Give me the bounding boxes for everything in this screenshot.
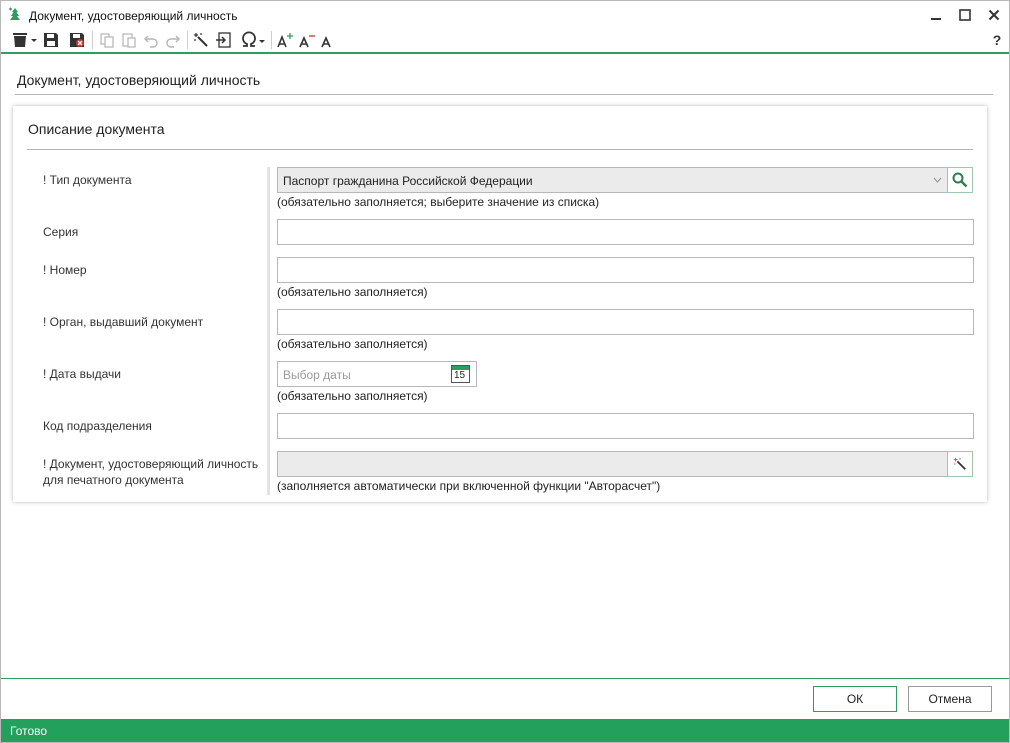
cancel-button[interactable]: Отмена (908, 686, 992, 712)
calendar-day: 15 (454, 370, 466, 381)
print-doc-autocalc-button[interactable] (947, 451, 973, 477)
doc-type-select[interactable]: Паспорт гражданина Российской Федерации (277, 167, 949, 193)
toolbar-separator (271, 31, 272, 49)
page-title-divider (15, 94, 993, 95)
print-doc-label-line2: для печатного документа (43, 473, 184, 487)
chevron-down-icon (933, 177, 942, 183)
redo-button[interactable] (163, 30, 183, 50)
import-button[interactable] (213, 30, 233, 50)
series-label: Серия (43, 225, 79, 239)
issuer-hint: (обязательно заполняется) (277, 337, 428, 351)
print-doc-hint: (заполняется автоматически при включенно… (277, 479, 661, 493)
window-title: Документ, удостоверяющий личность (29, 9, 238, 23)
print-doc-label-line1: ! Документ, удостоверяющий личность (43, 457, 259, 471)
number-hint: (обязательно заполняется) (277, 285, 428, 299)
save-icon (44, 33, 58, 47)
section-divider (27, 149, 973, 150)
division-code-input[interactable] (277, 413, 974, 439)
print-doc-input (277, 451, 949, 477)
toolbar-accent-line (1, 52, 1009, 54)
issue-date-label: ! Дата выдачи (43, 367, 121, 381)
paste-button[interactable] (119, 30, 139, 50)
toolbar: ? (1, 28, 1009, 52)
minimize-icon (931, 18, 941, 20)
label-column-divider (267, 167, 270, 495)
help-icon: ? (992, 32, 1002, 48)
number-label: ! Номер (43, 263, 87, 277)
issue-date-hint: (обязательно заполняется) (277, 389, 428, 403)
font-decrease-button[interactable] (297, 30, 317, 50)
doc-type-hint: (обязательно заполняется; выберите значе… (277, 195, 600, 209)
font-normal-icon (321, 36, 331, 48)
close-icon (988, 9, 1000, 21)
section-title: Описание документа (28, 121, 165, 137)
undo-icon (144, 35, 158, 48)
toolbar-separator (187, 31, 188, 49)
ok-button[interactable]: ОК (813, 686, 897, 712)
maximize-button[interactable] (952, 5, 978, 25)
undo-button[interactable] (141, 30, 161, 50)
dialog-window: Документ, удостоверяющий личность ? Доку… (0, 0, 1010, 743)
issuer-label: ! Орган, выдавший документ (43, 315, 204, 329)
doc-type-search-button[interactable] (947, 167, 973, 193)
symbol-button[interactable] (239, 30, 267, 50)
omega-icon (242, 31, 265, 47)
close-button[interactable] (981, 5, 1007, 25)
issue-date-placeholder: Выбор даты (283, 368, 351, 382)
title-bar: Документ, удостоверяющий личность (1, 1, 1009, 29)
redo-icon (166, 35, 180, 48)
font-increase-icon (277, 33, 293, 48)
autocalc-button[interactable] (191, 30, 211, 50)
copy-icon (100, 33, 114, 48)
doc-type-value: Паспорт гражданина Российской Федерации (283, 174, 533, 188)
division-code-label: Код подразделения (43, 419, 152, 433)
paste-icon (122, 33, 136, 48)
status-text: Готово (10, 724, 48, 738)
font-increase-button[interactable] (275, 30, 295, 50)
issue-date-picker[interactable]: Выбор даты 15 (277, 361, 477, 387)
maximize-icon (959, 9, 971, 21)
footer-divider (1, 678, 1009, 679)
magic-wand-icon (194, 33, 208, 47)
import-icon (216, 32, 231, 48)
font-decrease-icon (299, 35, 315, 48)
toolbar-separator (92, 31, 93, 49)
doc-type-label: ! Тип документа (43, 173, 132, 187)
search-icon (952, 172, 968, 188)
print-doc-label: ! Документ, удостоверяющий личность для … (43, 456, 258, 488)
document-description-card: Описание документа ! Тип документа Паспо… (13, 106, 987, 502)
delete-button[interactable] (9, 30, 39, 50)
save-button[interactable] (41, 30, 61, 50)
number-input[interactable] (277, 257, 974, 283)
series-input[interactable] (277, 219, 974, 245)
calendar-icon[interactable]: 15 (451, 365, 470, 383)
issuer-input[interactable] (277, 309, 974, 335)
save-close-icon (70, 33, 84, 47)
app-icon (9, 7, 20, 20)
save-close-button[interactable] (67, 30, 87, 50)
font-normal-button[interactable] (319, 30, 335, 50)
status-bar: Готово (1, 719, 1009, 742)
delete-icon (13, 33, 37, 47)
copy-button[interactable] (97, 30, 117, 50)
minimize-button[interactable] (923, 5, 949, 25)
page-title: Документ, удостоверяющий личность (17, 72, 261, 88)
magic-wand-icon (953, 457, 966, 470)
help-button[interactable]: ? (987, 30, 1007, 50)
